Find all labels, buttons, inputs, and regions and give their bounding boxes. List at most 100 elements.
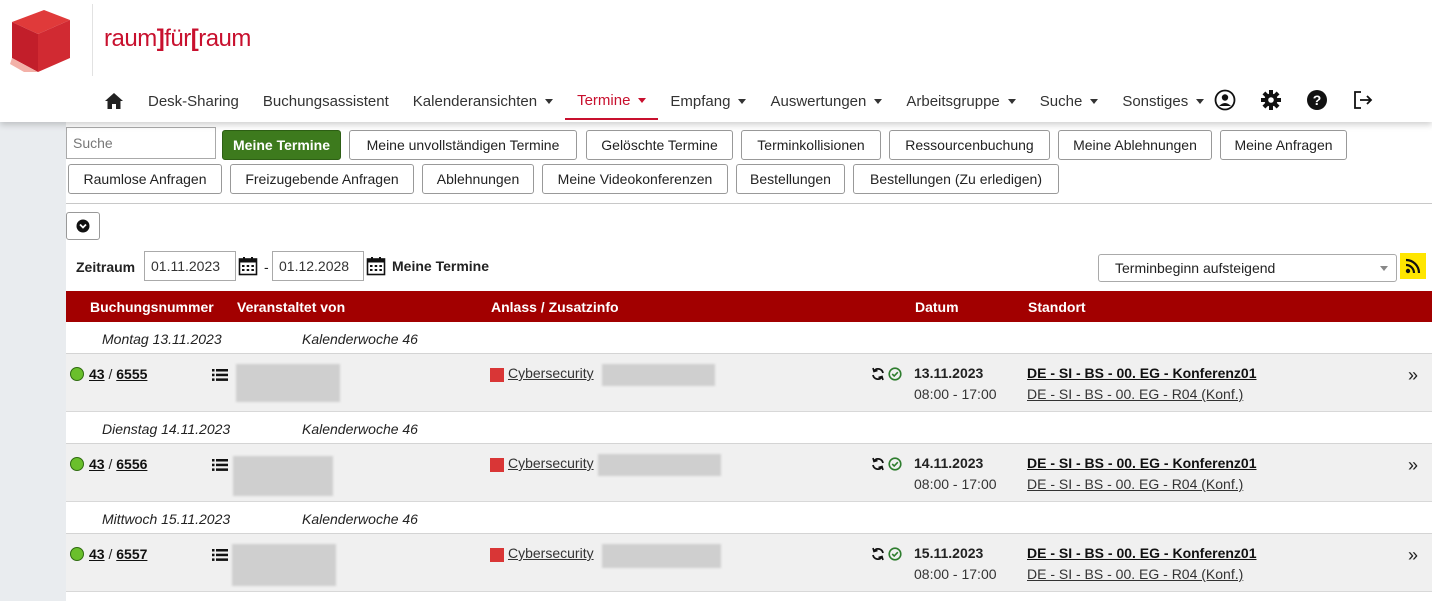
rss-feed-button[interactable] (1400, 253, 1426, 279)
rss-icon (1405, 258, 1421, 274)
nav-desk-sharing[interactable]: Desk-Sharing (136, 82, 251, 120)
nav-termine[interactable]: Termine (565, 82, 659, 120)
check-circle-icon (888, 367, 902, 381)
sort-select-value: Terminbeginn aufsteigend (1115, 260, 1276, 276)
meine-termine-label: Meine Termine (392, 258, 489, 274)
day-group-row: Dienstag 14.11.2023 Kalenderwoche 46 (66, 412, 1432, 444)
booking-time: 08:00 - 17:00 (914, 566, 997, 582)
list-icon[interactable] (212, 548, 228, 562)
date-to-input[interactable] (272, 251, 364, 281)
meine-ablehnungen-button[interactable]: Meine Ablehnungen (1058, 130, 1212, 160)
booking-link-a[interactable]: 43 (89, 456, 105, 472)
nav-home[interactable] (92, 82, 136, 120)
col-header-standort[interactable]: Standort (1028, 299, 1086, 315)
day-label: Dienstag 14.11.2023 (102, 421, 231, 437)
nav-empfang[interactable]: Empfang (658, 82, 758, 120)
user-icon (1214, 89, 1236, 111)
nav-arbeitsgruppe[interactable]: Arbeitsgruppe (894, 82, 1027, 120)
booking-time: 08:00 - 17:00 (914, 476, 997, 492)
booking-link-b[interactable]: 6556 (116, 456, 147, 472)
anlass-link[interactable]: Cybersecurity (508, 455, 594, 471)
booking-date: 14.11.2023 (914, 455, 984, 471)
booking-link-a[interactable]: 43 (89, 546, 105, 562)
caret-down-icon (874, 98, 883, 104)
search-input[interactable] (66, 127, 216, 159)
terminkollisionen-button[interactable]: Terminkollisionen (741, 130, 881, 160)
meine-videokonferenzen-button[interactable]: Meine Videokonferenzen (542, 164, 728, 194)
gear-icon (1261, 90, 1281, 110)
home-icon (105, 93, 123, 109)
calendar-icon[interactable] (366, 256, 386, 276)
table-row[interactable]: 43 / 6556 Cybersecurity 14.11.2023 08:00… (66, 444, 1432, 502)
double-chevron-right-icon[interactable]: » (1408, 545, 1418, 566)
caret-down-icon (1090, 98, 1099, 104)
booking-link-b[interactable]: 6555 (116, 366, 147, 382)
settings-button[interactable] (1259, 88, 1283, 112)
bestellungen-button[interactable]: Bestellungen (736, 164, 845, 194)
redacted-organizer (236, 364, 340, 402)
nav-label: Arbeitsgruppe (906, 92, 1000, 110)
freizugebende-anfragen-button[interactable]: Freizugebende Anfragen (230, 164, 414, 194)
bestellungen-zu-erledigen-button[interactable]: Bestellungen (Zu erledigen) (853, 164, 1059, 194)
location-primary-link[interactable]: DE - SI - BS - 00. EG - Konferenz01 (1027, 545, 1257, 561)
booking-link-b[interactable]: 6557 (116, 546, 147, 562)
calendar-icon[interactable] (238, 256, 258, 276)
status-indicator (70, 367, 84, 381)
anlass-link[interactable]: Cybersecurity (508, 365, 594, 381)
col-header-anlass[interactable]: Anlass / Zusatzinfo (491, 299, 619, 315)
table-row[interactable]: 43 / 6555 Cybersecurity 13.11.2023 08:00… (66, 354, 1432, 412)
sync-icon (872, 367, 884, 381)
caret-down-icon (638, 97, 647, 103)
nav-suche[interactable]: Suche (1028, 82, 1111, 120)
logout-button[interactable] (1351, 88, 1375, 112)
location-secondary-link[interactable]: DE - SI - BS - 00. EG - R04 (Konf.) (1027, 566, 1243, 582)
logo-cube-icon (10, 10, 70, 72)
booking-link-a[interactable]: 43 (89, 366, 105, 382)
booking-date: 13.11.2023 (914, 365, 984, 381)
user-button[interactable] (1213, 88, 1237, 112)
sync-icon (872, 457, 884, 471)
nav-label: Suche (1039, 92, 1083, 110)
left-sidebar-strip (0, 122, 66, 601)
expand-filter-button[interactable] (66, 212, 100, 240)
main-nav: Desk-Sharing Buchungsassistent Kalendera… (92, 82, 1216, 120)
col-header-buchungsnummer[interactable]: Buchungsnummer (90, 299, 214, 315)
table-row[interactable]: 43 / 6557 Cybersecurity 15.11.2023 08:00… (66, 534, 1432, 592)
meine-anfragen-button[interactable]: Meine Anfragen (1220, 130, 1347, 160)
location-secondary-link[interactable]: DE - SI - BS - 00. EG - R04 (Konf.) (1027, 476, 1243, 492)
col-header-veranstaltet-von[interactable]: Veranstaltet von (237, 299, 345, 315)
sort-select[interactable]: Terminbeginn aufsteigend (1098, 254, 1397, 282)
ressourcenbuchung-button[interactable]: Ressourcenbuchung (889, 130, 1050, 160)
nav-buchungsassistent[interactable]: Buchungsassistent (251, 82, 401, 120)
week-label: Kalenderwoche 46 (302, 511, 418, 527)
anlass-link[interactable]: Cybersecurity (508, 545, 594, 561)
nav-sonstiges[interactable]: Sonstiges (1110, 82, 1216, 120)
zeitraum-label: Zeitraum (76, 259, 136, 275)
nav-kalenderansichten[interactable]: Kalenderansichten (401, 82, 565, 120)
double-chevron-right-icon[interactable]: » (1408, 365, 1418, 386)
nav-label: Sonstiges (1122, 92, 1189, 110)
category-color-swatch (490, 548, 504, 562)
help-icon: ? (1307, 90, 1327, 110)
raumlose-anfragen-button[interactable]: Raumlose Anfragen (68, 164, 222, 194)
nav-auswertungen[interactable]: Auswertungen (758, 82, 894, 120)
day-label: Montag 13.11.2023 (102, 331, 222, 347)
unvollstaendige-termine-button[interactable]: Meine unvollständigen Termine (349, 130, 577, 160)
ablehnungen-button[interactable]: Ablehnungen (422, 164, 534, 194)
table-header: Buchungsnummer Veranstaltet von Anlass /… (66, 291, 1432, 322)
location-secondary-link[interactable]: DE - SI - BS - 00. EG - R04 (Konf.) (1027, 386, 1243, 402)
help-button[interactable]: ? (1305, 88, 1329, 112)
double-chevron-right-icon[interactable]: » (1408, 455, 1418, 476)
list-icon[interactable] (212, 458, 228, 472)
brand-logo[interactable]: raum]für[raum (104, 25, 251, 53)
date-range-separator: - (264, 259, 269, 275)
meine-termine-button[interactable]: Meine Termine (222, 130, 341, 160)
col-header-datum[interactable]: Datum (915, 299, 959, 315)
caret-down-icon (545, 98, 554, 104)
location-primary-link[interactable]: DE - SI - BS - 00. EG - Konferenz01 (1027, 455, 1257, 471)
date-from-input[interactable] (144, 251, 236, 281)
location-primary-link[interactable]: DE - SI - BS - 00. EG - Konferenz01 (1027, 365, 1257, 381)
geloeschte-termine-button[interactable]: Gelöschte Termine (586, 130, 733, 160)
list-icon[interactable] (212, 368, 228, 382)
svg-text:?: ? (1313, 92, 1322, 108)
